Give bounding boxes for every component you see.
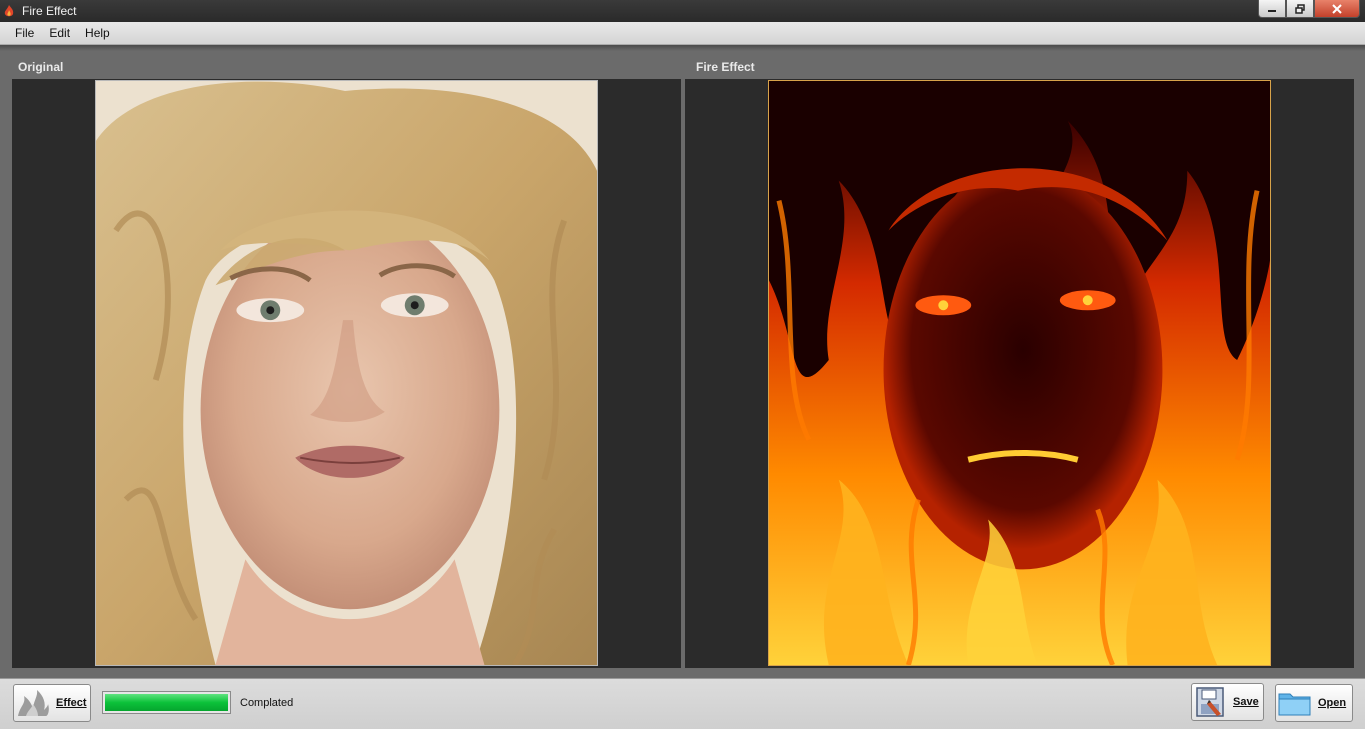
menu-edit[interactable]: Edit: [43, 22, 76, 45]
fire-portrait-drawing: [769, 81, 1270, 665]
save-button[interactable]: Save: [1191, 683, 1264, 721]
original-image: [95, 80, 598, 666]
close-icon: [1332, 3, 1342, 14]
minimize-button[interactable]: [1258, 0, 1286, 18]
original-panel: [12, 79, 681, 668]
progress-bar: [102, 691, 231, 714]
menu-help[interactable]: Help: [79, 22, 116, 45]
effect-button[interactable]: Effect: [13, 684, 91, 722]
fire-effect-panel: [685, 79, 1354, 668]
original-label: Original: [18, 60, 64, 74]
window-controls: [1258, 0, 1360, 18]
minimize-icon: [1268, 9, 1276, 12]
window-title: Fire Effect: [22, 4, 77, 18]
effect-button-label: Effect: [56, 697, 87, 709]
progress-fill: [105, 694, 228, 711]
status-text: Complated: [240, 697, 294, 709]
open-button[interactable]: Open: [1275, 684, 1353, 722]
fire-effect-label: Fire Effect: [696, 60, 755, 74]
menu-bar: File Edit Help: [0, 22, 1365, 45]
open-button-label: Open: [1318, 697, 1347, 709]
portrait-drawing: [96, 81, 597, 665]
save-disk-icon: [1196, 687, 1224, 717]
title-bar: Fire Effect: [0, 0, 1365, 22]
folder-icon: [1278, 693, 1311, 716]
menu-file[interactable]: File: [9, 22, 40, 45]
save-button-label: Save: [1233, 696, 1259, 708]
restore-icon: [1295, 3, 1305, 14]
restore-button[interactable]: [1286, 0, 1314, 18]
close-button[interactable]: [1314, 0, 1360, 18]
flame-gray-icon: [18, 690, 49, 716]
fire-effect-image: [768, 80, 1271, 666]
menu-shadow: [0, 45, 1365, 51]
fire-icon: [4, 5, 14, 17]
